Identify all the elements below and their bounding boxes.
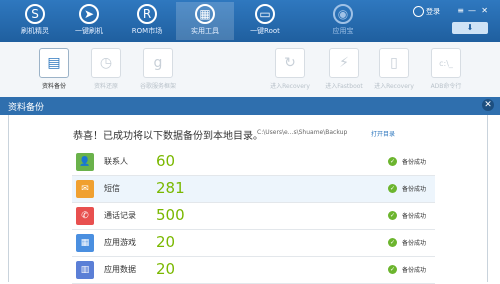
open-directory-link[interactable]: 打开目录 — [371, 129, 395, 138]
backup-icon: ▤ — [39, 48, 69, 78]
list-item: 👤 联系人 60 ✓ 备份成功 — [72, 149, 435, 176]
appdata-icon: ▥ — [76, 261, 94, 279]
list-item: ✆ 通话记录 500 ✓ 备份成功 — [72, 203, 435, 230]
close-icon[interactable]: ✕ — [482, 99, 494, 111]
app-icon: ▦ — [76, 234, 94, 252]
tool-label: ADB命令行 — [430, 83, 462, 90]
contact-icon: 👤 — [76, 153, 94, 171]
tool-google-framework[interactable]: g 谷歌服务框架 — [130, 48, 186, 96]
lightning-icon: ⚡ — [329, 48, 359, 78]
menu-icon[interactable]: ≡ — [457, 6, 464, 15]
item-name: 通话记录 — [104, 211, 136, 220]
nav-item-one-key-flash[interactable]: ➤ 一键刷机 — [60, 2, 118, 40]
list-item: ▦ 应用游戏 20 ✓ 备份成功 — [72, 230, 435, 257]
item-count: 500 — [156, 206, 185, 224]
dialog-title: 资料备份 — [8, 103, 45, 113]
nav-label: 实用工具 — [191, 27, 219, 35]
yyb-icon: ◉ — [333, 4, 353, 24]
list-item: ▥ 应用数据 20 ✓ 备份成功 — [72, 257, 435, 284]
cursor-icon: ➤ — [79, 4, 99, 24]
restore-icon: ◷ — [91, 48, 121, 78]
item-status: 备份成功 — [402, 159, 427, 166]
top-nav-bar: S 刷机精灵 ➤ 一键刷机 R ROM市场 ▦ 实用工具 ▭ 一键Root ◉ … — [0, 0, 500, 42]
item-name: 应用数据 — [104, 265, 136, 274]
item-status: 备份成功 — [402, 267, 427, 274]
tool-data-backup[interactable]: ▤ 资料备份 — [26, 48, 82, 96]
login-button[interactable]: 登录 — [413, 6, 440, 17]
grid-icon: ▦ — [195, 4, 215, 24]
nav-item-shuajijingling[interactable]: S 刷机精灵 — [6, 2, 64, 40]
tool-enter-fastboot[interactable]: ⚡ 进入Fastboot — [316, 48, 372, 96]
check-icon: ✓ — [388, 157, 397, 166]
refresh-icon: ↻ — [275, 48, 305, 78]
minimize-icon[interactable]: — — [468, 6, 476, 15]
item-status: 备份成功 — [402, 186, 427, 193]
item-count: 281 — [156, 179, 185, 197]
check-icon: ✓ — [388, 265, 397, 274]
nav-item-yingyongbao[interactable]: ◉ 应用宝 — [314, 2, 372, 40]
nav-label: 一键Root — [250, 27, 280, 35]
check-icon: ✓ — [388, 238, 397, 247]
tool-enter-recovery-2[interactable]: ▯ 进入Recovery — [366, 48, 422, 96]
nav-item-tools[interactable]: ▦ 实用工具 — [176, 2, 234, 40]
close-icon[interactable]: ✕ — [481, 6, 488, 15]
phone-icon: ▯ — [379, 48, 409, 78]
tool-label: 进入Recovery — [374, 83, 414, 90]
check-icon: ✓ — [388, 211, 397, 220]
item-name: 应用游戏 — [104, 238, 136, 247]
terminal-icon: c:\_ — [431, 48, 461, 78]
tool-label: 资料备份 — [41, 83, 66, 90]
tool-label: 进入Fastboot — [325, 83, 363, 90]
item-status: 备份成功 — [402, 213, 427, 220]
item-count: 60 — [156, 152, 176, 170]
success-headline: 恭喜！已成功将以下数据备份到本地目录。 — [73, 131, 263, 142]
shield-icon: S — [25, 4, 45, 24]
check-icon: ✓ — [388, 184, 397, 193]
google-icon: g — [143, 48, 173, 78]
nav-item-rom-market[interactable]: R ROM市场 — [118, 2, 176, 40]
list-item: ✉ 短信 281 ✓ 备份成功 — [72, 176, 435, 203]
tool-enter-recovery[interactable]: ↻ 进入Recovery — [262, 48, 318, 96]
item-count: 20 — [156, 233, 176, 251]
item-count: 20 — [156, 260, 176, 278]
backup-result-list: 👤 联系人 60 ✓ 备份成功 ✉ 短信 281 ✓ 备份成功 ✆ 通话记录 5… — [72, 149, 435, 284]
item-status: 备份成功 — [402, 240, 427, 247]
dialog-title-bar: 资料备份 ✕ — [0, 97, 500, 115]
r-icon: R — [137, 4, 157, 24]
tool-data-restore[interactable]: ◷ 资料还原 — [78, 48, 134, 96]
backup-dialog: 恭喜！已成功将以下数据备份到本地目录。 C:\Users\e...s\Shuam… — [8, 115, 488, 284]
backup-path: C:\Users\e...s\Shuame\Backup — [257, 129, 348, 136]
nav-label: ROM市场 — [131, 27, 163, 35]
item-name: 短信 — [104, 184, 120, 193]
nav-label: 刷机精灵 — [21, 27, 49, 35]
phone-icon: ▭ — [255, 4, 275, 24]
tool-label: 资料还原 — [93, 83, 118, 90]
tool-label: 进入Recovery — [270, 83, 310, 90]
nav-item-one-key-root[interactable]: ▭ 一键Root — [236, 2, 294, 40]
tool-label: 谷歌服务框架 — [139, 83, 176, 90]
download-button[interactable]: ⬇ — [452, 22, 488, 34]
tools-toolbar: ▤ 资料备份 ◷ 资料还原 g 谷歌服务框架 ↻ 进入Recovery ⚡ 进入… — [0, 42, 500, 101]
user-icon — [413, 6, 424, 17]
sms-icon: ✉ — [76, 180, 94, 198]
window-controls: 登录 ≡ — ✕ ⬇ — [402, 4, 492, 38]
tool-adb-command[interactable]: c:\_ ADB命令行 — [418, 48, 474, 96]
call-icon: ✆ — [76, 207, 94, 225]
login-label: 登录 — [426, 7, 440, 16]
item-name: 联系人 — [104, 157, 128, 166]
nav-label: 一键刷机 — [75, 27, 103, 35]
nav-label: 应用宝 — [332, 27, 354, 35]
